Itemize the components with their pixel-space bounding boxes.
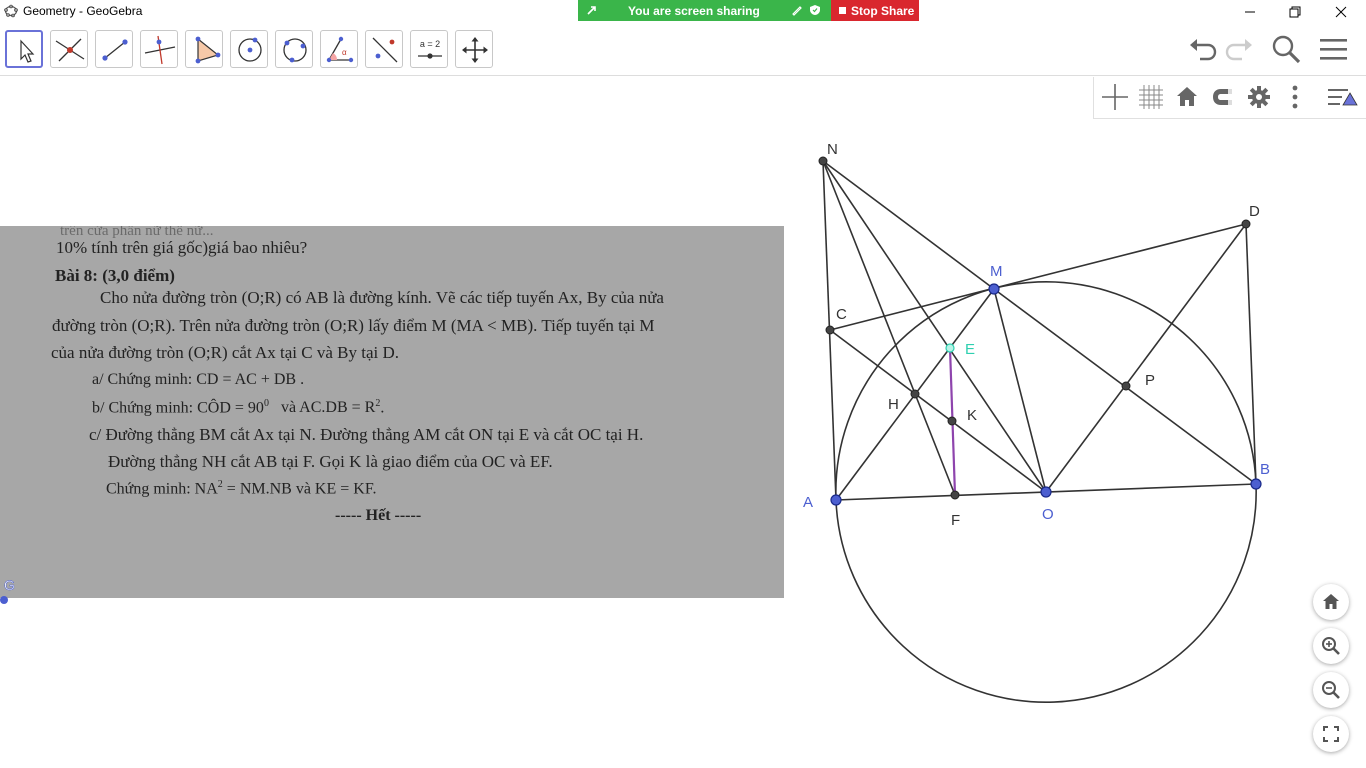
label-H: H: [888, 396, 899, 413]
fullscreen-icon: [1323, 726, 1339, 742]
label-E: E: [965, 341, 975, 358]
point-P[interactable]: [1121, 381, 1131, 391]
home-icon: [1323, 594, 1339, 609]
label-F: F: [951, 512, 960, 529]
segment-CO[interactable]: [829, 329, 1047, 493]
label-K: K: [967, 407, 977, 424]
point-E[interactable]: [945, 343, 955, 353]
geometry-canvas[interactable]: N D M C E P H K B A F O: [0, 0, 1366, 768]
standard-view-zoom-button[interactable]: [1313, 584, 1349, 620]
label-A: A: [803, 494, 813, 511]
point-O[interactable]: [1040, 486, 1052, 498]
label-B: B: [1260, 461, 1270, 478]
label-D: D: [1249, 203, 1260, 220]
label-N: N: [827, 141, 838, 158]
point-C[interactable]: [825, 325, 835, 335]
segment-MO[interactable]: [993, 288, 1047, 493]
zoom-in-button[interactable]: [1313, 628, 1349, 664]
label-P: P: [1145, 372, 1155, 389]
point-H[interactable]: [910, 389, 920, 399]
point-B[interactable]: [1250, 478, 1262, 490]
point-F[interactable]: [950, 490, 960, 500]
zoom-out-icon: [1322, 681, 1340, 699]
segment-OD[interactable]: [1045, 223, 1247, 493]
fullscreen-button[interactable]: [1313, 716, 1349, 752]
point-A[interactable]: [830, 494, 842, 506]
zoom-out-button[interactable]: [1313, 672, 1349, 708]
segment-CD[interactable]: [829, 223, 1247, 331]
point-M[interactable]: [988, 283, 1000, 295]
label-C: C: [836, 306, 847, 323]
point-D[interactable]: [1241, 219, 1251, 229]
point-N[interactable]: [818, 156, 828, 166]
label-M: M: [990, 263, 1003, 280]
label-O: O: [1042, 506, 1054, 523]
point-K[interactable]: [947, 416, 957, 426]
zoom-in-icon: [1322, 637, 1340, 655]
